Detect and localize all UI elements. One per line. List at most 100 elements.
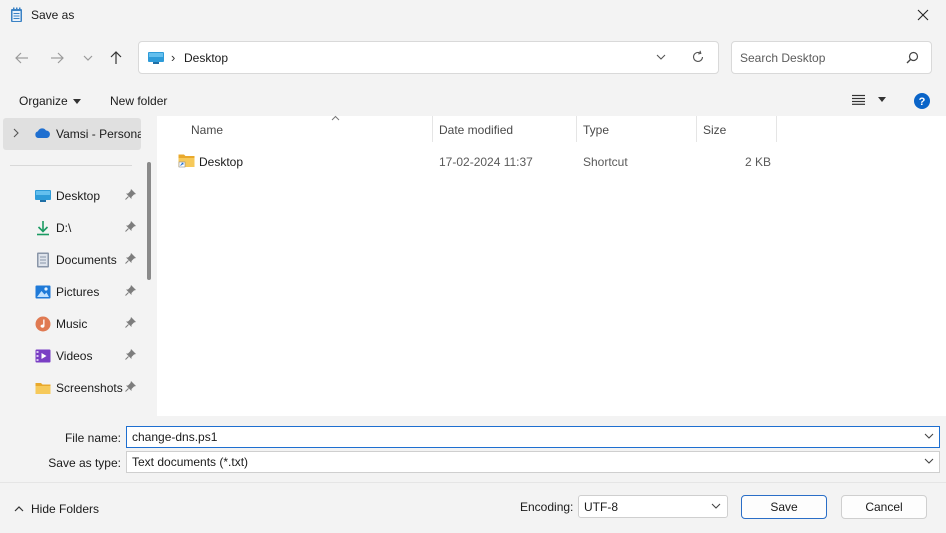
list-view-icon: [852, 94, 865, 105]
recent-locations-button[interactable]: [76, 46, 100, 70]
chevron-down-icon: [83, 55, 93, 61]
notepad-icon: [11, 7, 22, 22]
refresh-icon[interactable]: [691, 50, 705, 64]
sidebar-item-documents[interactable]: Documents: [0, 246, 145, 274]
encoding-label: Encoding:: [520, 500, 574, 514]
forward-button[interactable]: [45, 46, 69, 70]
folder-icon: [35, 383, 51, 394]
caret-down-icon: [72, 98, 81, 104]
desktop-icon: [35, 190, 51, 202]
view-options-button[interactable]: [852, 94, 886, 105]
sort-ascending-icon: [331, 115, 340, 121]
column-header-label: Name: [191, 123, 224, 137]
pin-icon[interactable]: [125, 221, 136, 232]
file-name-input[interactable]: change-dns.ps1: [126, 426, 940, 448]
column-header-size[interactable]: Size: [697, 116, 777, 142]
title-bar: Save as: [0, 0, 946, 30]
window-title: Save as: [31, 8, 75, 22]
column-header-label: Type: [583, 123, 610, 137]
table-row[interactable]: Desktop 17-02-2024 11:37 Shortcut 2 KB: [169, 150, 939, 172]
chevron-down-icon: [711, 503, 721, 509]
sidebar-item-label: D:\: [56, 221, 72, 235]
arrow-left-icon: [15, 52, 28, 64]
help-icon[interactable]: ?: [914, 93, 930, 109]
column-header-type[interactable]: Type: [577, 116, 697, 142]
encoding-select[interactable]: UTF-8: [578, 495, 728, 518]
pin-icon[interactable]: [125, 285, 136, 296]
organize-button[interactable]: Organize: [19, 94, 81, 108]
sidebar-item-label: Videos: [56, 349, 93, 363]
sidebar-item-label: Desktop: [56, 189, 101, 203]
file-date: 17-02-2024 11:37: [439, 155, 533, 169]
footer-divider: [0, 482, 946, 483]
chevron-up-icon: [14, 506, 24, 512]
address-bar[interactable]: › Desktop: [138, 41, 719, 74]
sidebar-item-pictures[interactable]: Pictures: [0, 278, 145, 306]
sidebar-divider: [10, 165, 132, 166]
column-header-label: Date modified: [439, 123, 514, 137]
file-name: Desktop: [199, 155, 244, 169]
breadcrumb-chevron-icon: ›: [171, 50, 176, 65]
pin-icon[interactable]: [125, 349, 136, 360]
column-header-label: Size: [703, 123, 727, 137]
videos-icon: [35, 349, 51, 363]
onedrive-cloud-icon: [35, 128, 50, 138]
address-dropdown-icon[interactable]: [655, 51, 667, 63]
save-as-dialog: Save as › Desktop Search Desktop Organiz…: [0, 0, 946, 533]
close-icon: [917, 9, 929, 21]
arrow-right-icon: [51, 52, 64, 64]
svg-text:?: ?: [919, 96, 926, 108]
sidebar-item-label: Pictures: [56, 285, 100, 299]
save-as-type-value: Text documents (*.txt): [132, 455, 249, 469]
sidebar-item-label: Music: [56, 317, 88, 331]
save-as-type-label: Save as type:: [48, 456, 121, 470]
file-size: 2 KB: [745, 155, 772, 169]
file-name-label: File name:: [64, 431, 121, 445]
organize-label: Organize: [19, 94, 68, 108]
desktop-icon: [148, 52, 164, 64]
encoding-value: UTF-8: [584, 500, 618, 514]
save-button[interactable]: Save: [741, 495, 827, 519]
sidebar-item-desktop[interactable]: Desktop: [0, 182, 145, 210]
music-icon: [35, 316, 51, 332]
pin-icon[interactable]: [125, 381, 136, 392]
pin-icon[interactable]: [125, 253, 136, 264]
sidebar-item-label: Screenshots: [56, 381, 123, 395]
sidebar-item-label: Vamsi - Persona: [56, 127, 141, 141]
breadcrumb-location[interactable]: Desktop: [184, 51, 228, 65]
cancel-button[interactable]: Cancel: [841, 495, 927, 519]
column-header-date-modified[interactable]: Date modified: [433, 116, 577, 142]
close-button[interactable]: [900, 0, 946, 30]
chevron-down-icon[interactable]: [924, 458, 934, 464]
chevron-down-icon[interactable]: [924, 433, 934, 439]
arrow-up-icon: [110, 51, 122, 64]
new-folder-label: New folder: [110, 94, 168, 108]
pin-icon[interactable]: [125, 189, 136, 200]
search-input[interactable]: [740, 50, 900, 66]
sidebar-item-label: Documents: [56, 253, 117, 267]
save-as-type-select[interactable]: Text documents (*.txt): [126, 451, 940, 473]
sidebar-item-onedrive[interactable]: Vamsi - Persona: [3, 118, 141, 150]
sidebar-item-videos[interactable]: Videos: [0, 342, 145, 370]
pin-icon[interactable]: [125, 317, 136, 328]
search-box[interactable]: [731, 41, 932, 74]
hide-folders-button[interactable]: Hide Folders: [14, 502, 99, 516]
sidebar-item-d-drive[interactable]: D:\: [0, 214, 145, 242]
sidebar-item-music[interactable]: Music: [0, 310, 145, 338]
up-button[interactable]: [104, 46, 128, 70]
file-name-value: change-dns.ps1: [132, 430, 218, 444]
search-icon[interactable]: [906, 51, 919, 64]
sidebar-scrollbar[interactable]: [147, 162, 151, 280]
pictures-icon: [35, 285, 51, 299]
folder-shortcut-icon: [178, 154, 195, 168]
column-header-name[interactable]: Name: [185, 115, 433, 142]
navigation-pane: Vamsi - Persona Desktop D:\ Documents Pi…: [0, 116, 157, 416]
new-folder-button[interactable]: New folder: [110, 94, 167, 108]
chevron-right-icon[interactable]: [13, 128, 19, 138]
download-icon: [37, 221, 49, 236]
documents-icon: [37, 252, 49, 268]
file-list: Name Date modified Type Size Desktop 17-…: [157, 115, 946, 416]
sidebar-item-screenshots[interactable]: Screenshots: [0, 374, 145, 402]
hide-folders-label: Hide Folders: [31, 502, 100, 516]
back-button[interactable]: [10, 46, 34, 70]
